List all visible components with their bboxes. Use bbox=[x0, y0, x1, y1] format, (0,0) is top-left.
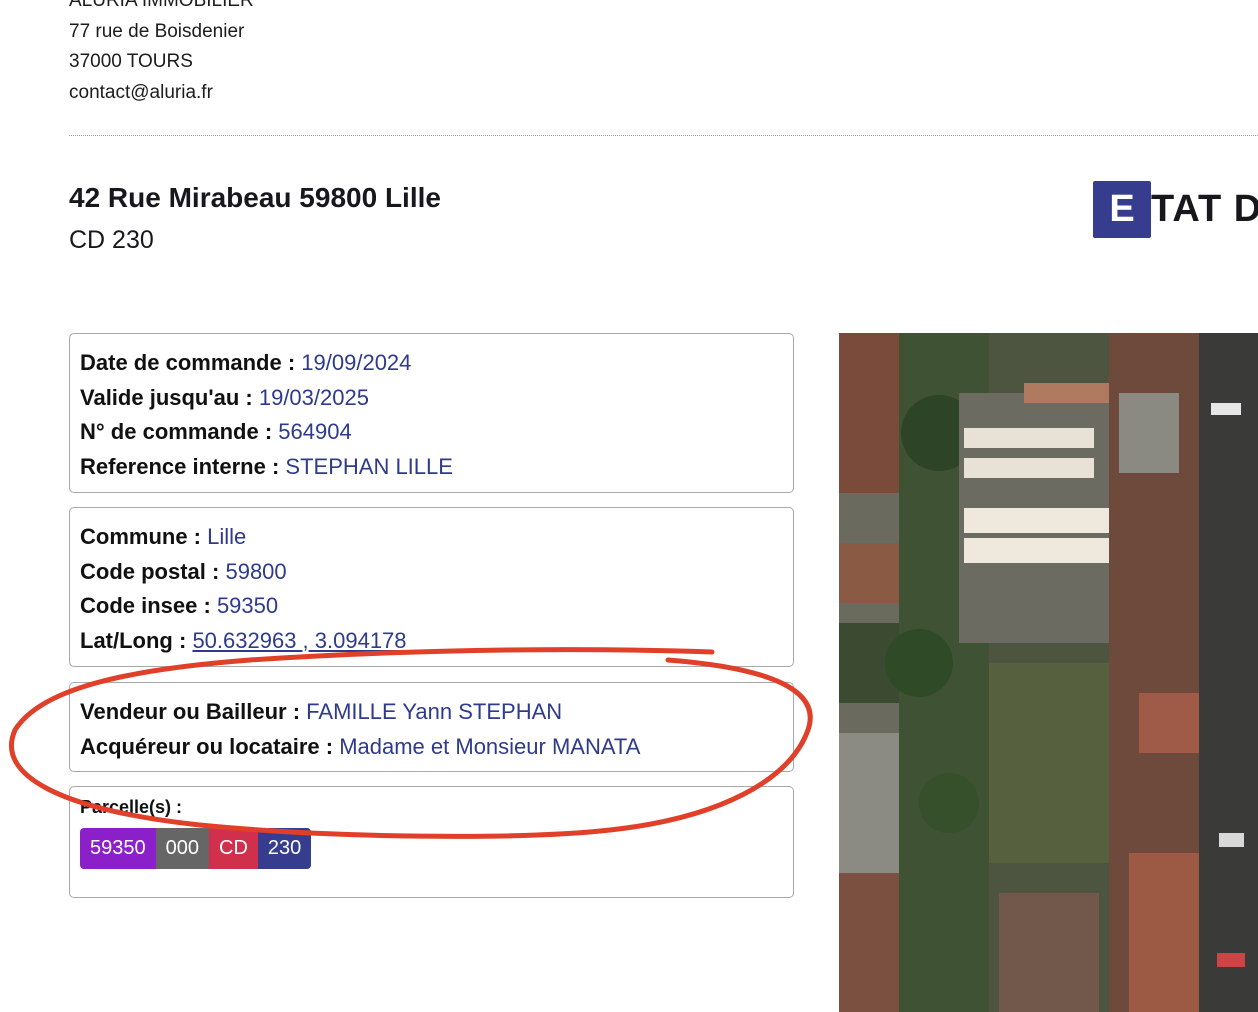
order-date-value: 19/09/2024 bbox=[301, 350, 412, 375]
order-number-label: N° de commande : bbox=[80, 419, 273, 444]
commune-row: Commune : Lille bbox=[80, 520, 783, 555]
parcels-label: Parcelle(s) : bbox=[80, 797, 183, 817]
buyer-row: Acquéreur ou locataire : Madame et Monsi… bbox=[80, 730, 783, 765]
parcel-tag-insee: 59350 bbox=[80, 828, 156, 869]
aerial-map-image bbox=[839, 333, 1258, 1012]
parties-info-box: Vendeur ou Bailleur : FAMILLE Yann STEPH… bbox=[69, 682, 794, 772]
order-date-row: Date de commande : 19/09/2024 bbox=[80, 346, 783, 381]
buyer-label: Acquéreur ou locataire : bbox=[80, 733, 334, 759]
insee-code-value: 59350 bbox=[216, 593, 279, 618]
company-email: contact@aluria.fr bbox=[69, 81, 213, 103]
postal-code-label: Code postal : bbox=[80, 558, 220, 584]
buyer-value: Madame et Monsieur MANATA bbox=[339, 733, 641, 759]
postal-code-value: 59800 bbox=[225, 558, 287, 584]
property-cadastre: CD 230 bbox=[69, 226, 154, 254]
commune-value: Lille bbox=[207, 524, 247, 549]
parcels-box: Parcelle(s) : 59350 000 CD 230 bbox=[69, 786, 794, 898]
latlong-label: Lat/Long : bbox=[80, 627, 187, 653]
property-address: 42 Rue Mirabeau 59800 Lille bbox=[69, 182, 441, 213]
seller-row: Vendeur ou Bailleur : FAMILLE Yann STEPH… bbox=[80, 695, 783, 730]
order-date-label: Date de commande : bbox=[80, 350, 296, 375]
company-street: 77 rue de Boisdenier bbox=[69, 20, 245, 42]
parcel-tag-section: CD bbox=[209, 828, 258, 869]
commune-label: Commune : bbox=[80, 524, 201, 549]
company-name: ALURIA IMMOBILIER bbox=[69, 0, 254, 11]
company-city: 37000 TOURS bbox=[69, 51, 193, 72]
company-block: ALURIA IMMOBILIER 77 rue de Boisdenier 3… bbox=[69, 0, 254, 108]
aerial-map-illustration bbox=[839, 333, 1258, 1012]
order-number-row: N° de commande : 564904 bbox=[80, 415, 783, 450]
seller-value: FAMILLE Yann STEPHAN bbox=[306, 699, 563, 724]
order-info-box: Date de commande : 19/09/2024 Valide jus… bbox=[69, 333, 794, 493]
report-title: E TAT D bbox=[1093, 181, 1258, 238]
internal-ref-value: STEPHAN LILLE bbox=[285, 453, 453, 479]
parcel-tag-group: 59350 000 CD 230 bbox=[80, 828, 312, 869]
valid-until-label: Valide jusqu'au : bbox=[80, 384, 253, 410]
insee-code-row: Code insee : 59350 bbox=[80, 589, 783, 624]
internal-ref-label: Reference interne : bbox=[80, 453, 280, 479]
valid-until-row: Valide jusqu'au : 19/03/2025 bbox=[80, 381, 783, 416]
location-info-box: Commune : Lille Code postal : 59800 Code… bbox=[69, 507, 794, 667]
order-number-value: 564904 bbox=[278, 419, 352, 444]
title-letter-badge: E bbox=[1093, 181, 1151, 238]
internal-ref-row: Reference interne : STEPHAN LILLE bbox=[80, 450, 783, 485]
insee-code-label: Code insee : bbox=[80, 593, 211, 618]
postal-code-row: Code postal : 59800 bbox=[80, 555, 783, 590]
parcel-tag-prefix: 000 bbox=[155, 828, 209, 869]
latlong-row: Lat/Long : 50.632963 , 3.094178 bbox=[80, 624, 783, 659]
latlong-link[interactable]: 50.632963 , 3.094178 bbox=[192, 628, 406, 653]
valid-until-value: 19/03/2025 bbox=[258, 384, 369, 410]
header-divider bbox=[69, 135, 1258, 136]
title-text: TAT D bbox=[1151, 188, 1258, 230]
parcel-tag-number: 230 bbox=[257, 828, 312, 869]
seller-label: Vendeur ou Bailleur : bbox=[80, 699, 301, 724]
